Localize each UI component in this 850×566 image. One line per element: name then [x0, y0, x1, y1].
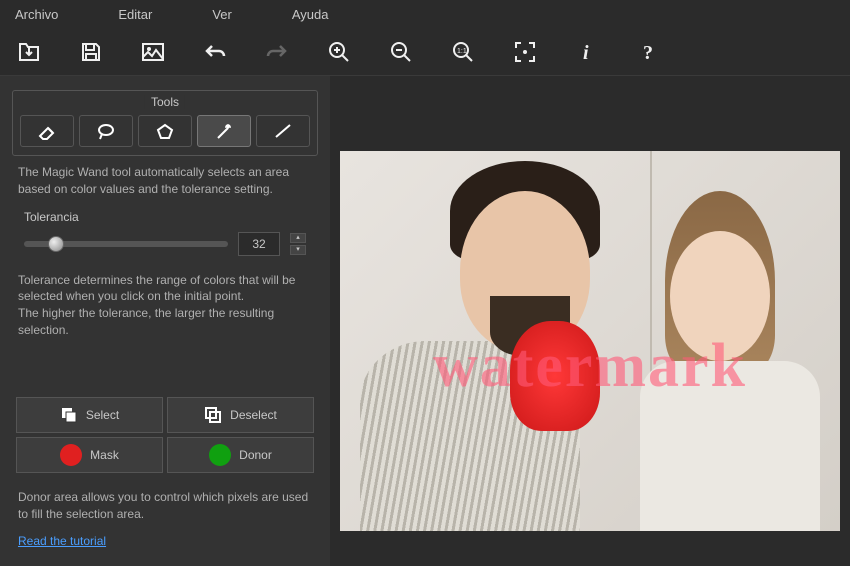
image-icon[interactable]: [139, 38, 167, 66]
svg-text:1:1: 1:1: [457, 48, 467, 55]
help-icon[interactable]: ?: [635, 38, 663, 66]
magic-wand-tool[interactable]: [197, 115, 251, 147]
mask-label: Mask: [90, 448, 119, 462]
toolbar: 1:1 i ?: [0, 28, 850, 76]
zoom-fit-icon[interactable]: [511, 38, 539, 66]
zoom-actual-icon[interactable]: 1:1: [449, 38, 477, 66]
select-button[interactable]: Select: [16, 397, 163, 433]
zoom-out-icon[interactable]: [387, 38, 415, 66]
canvas-image[interactable]: watermark: [340, 151, 840, 531]
polygon-tool[interactable]: [138, 115, 192, 147]
tools-title: Tools: [145, 95, 185, 109]
select-label: Select: [86, 408, 119, 422]
donor-color-dot: [209, 444, 231, 466]
save-icon[interactable]: [77, 38, 105, 66]
open-folder-icon[interactable]: [15, 38, 43, 66]
slider-thumb[interactable]: [48, 236, 64, 252]
watermark-text: watermark: [340, 331, 840, 402]
line-tool[interactable]: [256, 115, 310, 147]
tolerance-slider[interactable]: [24, 241, 228, 247]
lasso-tool[interactable]: [79, 115, 133, 147]
action-buttons: Select Deselect Mask Donor: [12, 397, 318, 473]
spinner-up[interactable]: ▴: [290, 233, 306, 243]
menu-help[interactable]: Ayuda: [292, 7, 329, 22]
deselect-button[interactable]: Deselect: [167, 397, 314, 433]
mask-color-dot: [60, 444, 82, 466]
tolerance-value[interactable]: 32: [238, 232, 280, 256]
undo-icon[interactable]: [201, 38, 229, 66]
tolerance-help: Tolerance determines the range of colors…: [12, 264, 318, 347]
menu-edit[interactable]: Editar: [118, 7, 152, 22]
menu-file[interactable]: Archivo: [15, 7, 58, 22]
svg-text:?: ?: [643, 42, 653, 63]
menu-view[interactable]: Ver: [212, 7, 232, 22]
mask-button[interactable]: Mask: [16, 437, 163, 473]
svg-text:i: i: [583, 42, 589, 63]
main-area: Tools The Magic Wand tool autom: [0, 76, 850, 566]
eraser-tool[interactable]: [20, 115, 74, 147]
tool-description: The Magic Wand tool automatically select…: [12, 156, 318, 206]
menubar: Archivo Editar Ver Ayuda: [0, 0, 850, 28]
zoom-in-icon[interactable]: [325, 38, 353, 66]
tolerance-control: Tolerancia 32 ▴ ▾: [12, 206, 318, 264]
tool-row: [13, 109, 317, 155]
donor-label: Donor: [239, 448, 272, 462]
tools-panel: Tools: [12, 90, 318, 156]
spinner-down[interactable]: ▾: [290, 245, 306, 255]
canvas[interactable]: watermark: [330, 76, 850, 566]
donor-button[interactable]: Donor: [167, 437, 314, 473]
info-icon[interactable]: i: [573, 38, 601, 66]
tutorial-link[interactable]: Read the tutorial: [12, 530, 318, 552]
tolerance-label: Tolerancia: [24, 210, 306, 224]
deselect-label: Deselect: [230, 408, 277, 422]
tolerance-spinner: ▴ ▾: [290, 233, 306, 255]
redo-icon[interactable]: [263, 38, 291, 66]
donor-help: Donor area allows you to control which p…: [12, 481, 318, 531]
sidebar: Tools The Magic Wand tool autom: [0, 76, 330, 566]
